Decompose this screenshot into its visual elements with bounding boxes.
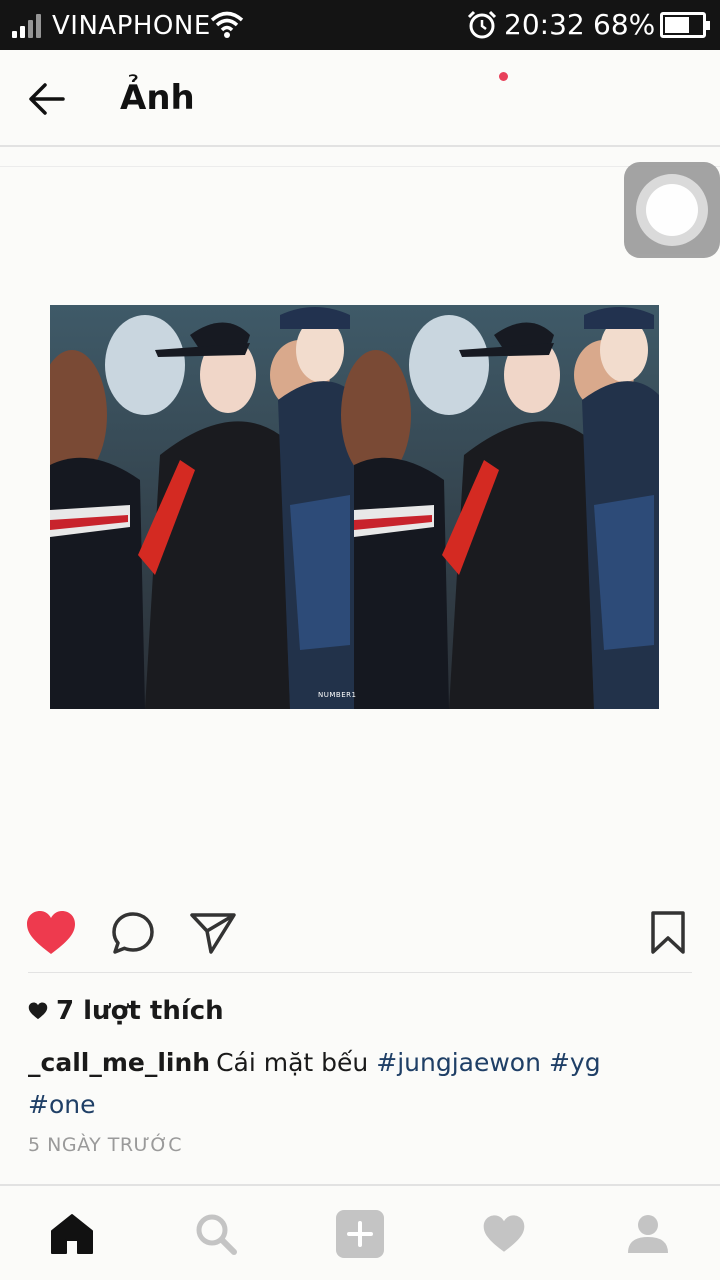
heart-filled-icon — [27, 911, 75, 954]
post-photo[interactable]: NUMBER1 — [50, 305, 659, 709]
post-caption: _call_me_linh Cái mặt bếu #jungjaewon #yg #o… — [28, 1042, 678, 1126]
hashtag-link[interactable]: #yg — [549, 1048, 601, 1077]
status-bar: VINAPHONE 20:32 68% — [0, 0, 720, 50]
battery-icon — [660, 12, 710, 38]
comment-button[interactable] — [106, 908, 160, 958]
share-button[interactable] — [186, 908, 240, 958]
app-header: Ảnh — [0, 50, 720, 147]
likes-count: 7 lượt thích — [56, 996, 224, 1026]
carrier-name: VINAPHONE — [52, 11, 211, 41]
nav-search[interactable] — [186, 1208, 246, 1260]
caption-text: Cái mặt bếu — [216, 1048, 369, 1077]
save-button[interactable] — [641, 908, 695, 958]
activity-icon — [483, 1215, 525, 1252]
signal-icon — [12, 14, 46, 38]
hashtag-link[interactable]: #jungjaewon — [376, 1048, 541, 1077]
notification-dot — [499, 72, 508, 81]
small-heart-icon — [28, 1002, 48, 1020]
nav-add-post[interactable] — [330, 1208, 390, 1260]
page-title: Ảnh — [120, 78, 195, 118]
battery-percent: 68% — [593, 8, 656, 41]
username-link[interactable]: _call_me_linh — [28, 1048, 210, 1077]
assistive-touch-button[interactable] — [624, 162, 720, 258]
wifi-icon — [210, 10, 244, 44]
hashtag-link[interactable]: #one — [28, 1090, 95, 1119]
nav-home[interactable] — [42, 1208, 102, 1260]
divider — [0, 166, 720, 167]
post-timestamp: 5 NGÀY TRƯỚC — [28, 1134, 182, 1156]
back-button[interactable] — [22, 76, 72, 122]
like-button[interactable] — [24, 908, 78, 958]
profile-icon — [628, 1215, 668, 1253]
bookmark-icon — [651, 911, 685, 954]
likes-row[interactable]: 7 lượt thích — [28, 994, 224, 1028]
add-post-icon — [336, 1210, 384, 1258]
nav-profile[interactable] — [618, 1208, 678, 1260]
alarm-icon — [466, 9, 498, 45]
arrow-left-icon — [29, 83, 65, 115]
divider — [28, 972, 692, 973]
post-actions — [0, 890, 720, 974]
photo-image — [50, 305, 659, 709]
photo-watermark: NUMBER1 — [318, 691, 357, 699]
home-icon — [51, 1214, 93, 1254]
nav-activity[interactable] — [474, 1208, 534, 1260]
search-icon — [196, 1214, 237, 1255]
clock-time: 20:32 — [504, 8, 585, 41]
bottom-navigation — [0, 1184, 720, 1280]
comment-icon — [112, 912, 154, 954]
send-icon — [190, 913, 236, 954]
